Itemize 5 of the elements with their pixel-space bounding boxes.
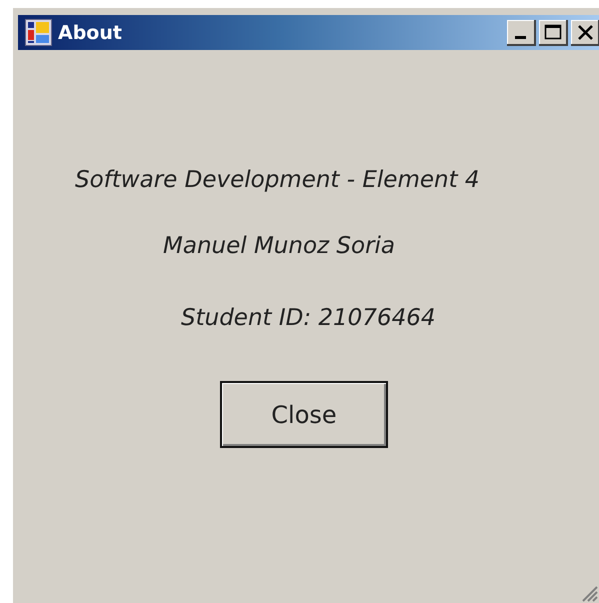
info-text: Software Development - Element 4: [75, 167, 480, 193]
info-text: Manuel Munoz Soria: [163, 233, 396, 259]
window-title: About: [58, 22, 123, 44]
close-button[interactable]: Close: [220, 381, 388, 448]
info-text: Student ID: 21076464: [181, 305, 436, 331]
